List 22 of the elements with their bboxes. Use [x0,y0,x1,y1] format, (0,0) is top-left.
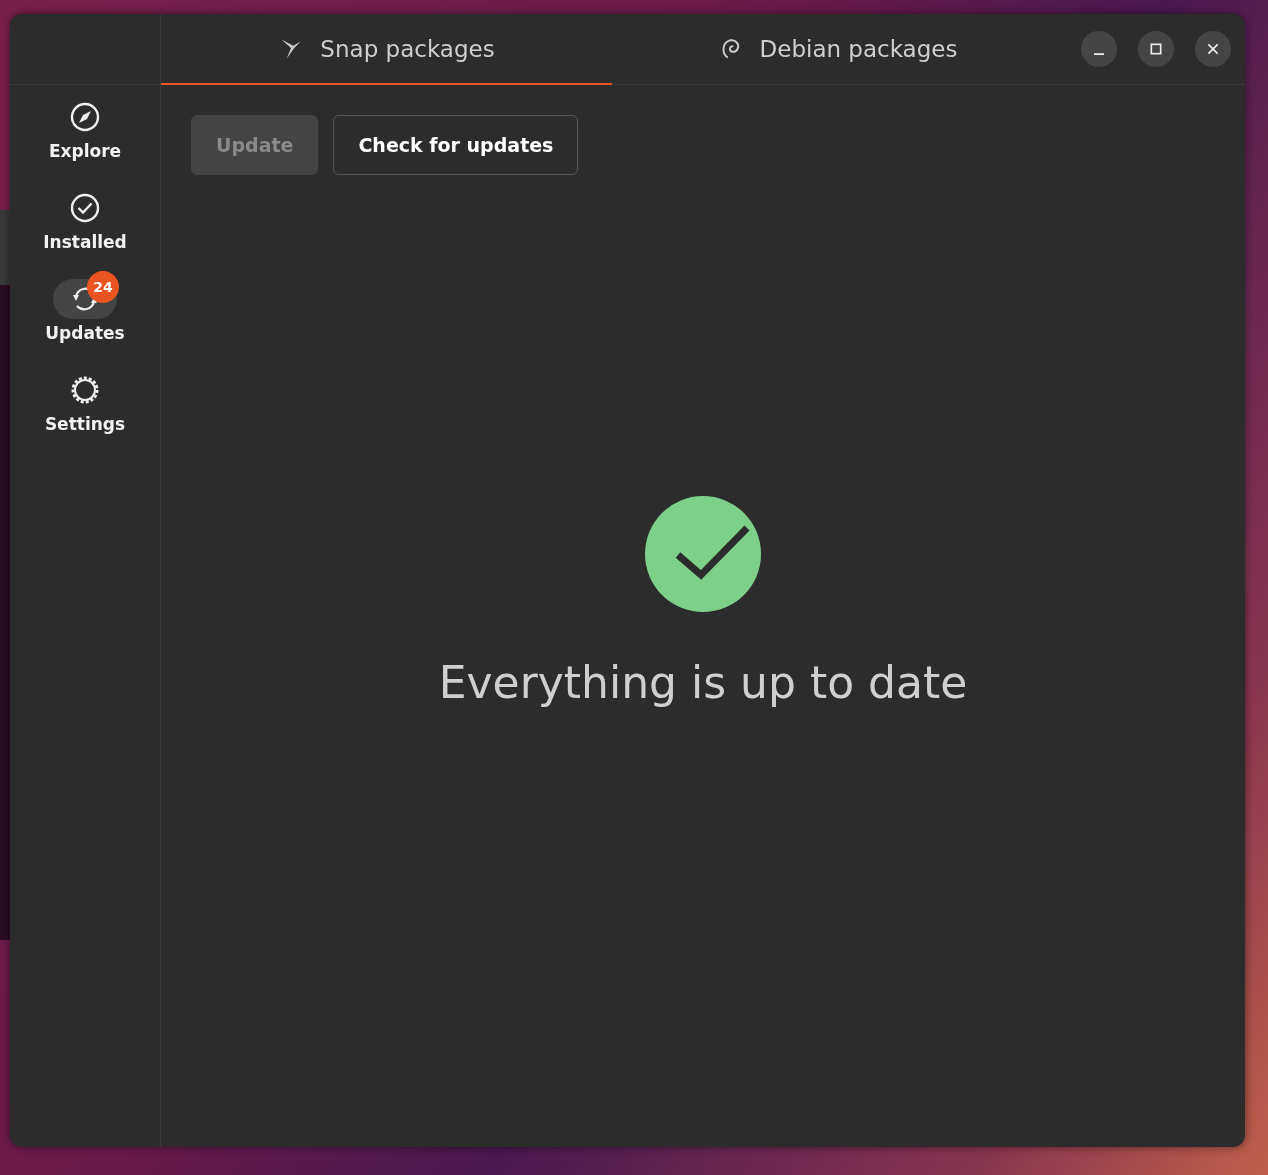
update-count-badge: 24 [87,271,119,303]
tab[interactable]: Snap packages [161,14,612,85]
maximize-icon [1149,42,1163,56]
sidebar-item[interactable]: 24 Updates [45,271,125,358]
sidebar-item[interactable]: Explore [48,89,122,176]
nav-label: Explore [48,141,122,161]
check-updates-button[interactable]: Check for updates [333,115,579,175]
maximize-button[interactable] [1138,31,1174,67]
sidebar-item[interactable]: Installed [43,180,127,267]
tab[interactable]: Debian packages [612,14,1063,85]
sidebar-item[interactable]: Settings [44,362,126,449]
success-check-icon [644,495,762,613]
close-button[interactable] [1195,31,1231,67]
nav-label: Settings [44,414,126,434]
nav-label: Updates [45,323,125,343]
close-icon [1206,42,1220,56]
status-message: Everything is up to date [438,657,968,708]
compass-icon [69,101,101,133]
check-circle-icon [69,192,101,224]
nav-label: Installed [43,232,127,252]
settings-icon [69,374,101,406]
minimize-icon [1094,53,1104,55]
